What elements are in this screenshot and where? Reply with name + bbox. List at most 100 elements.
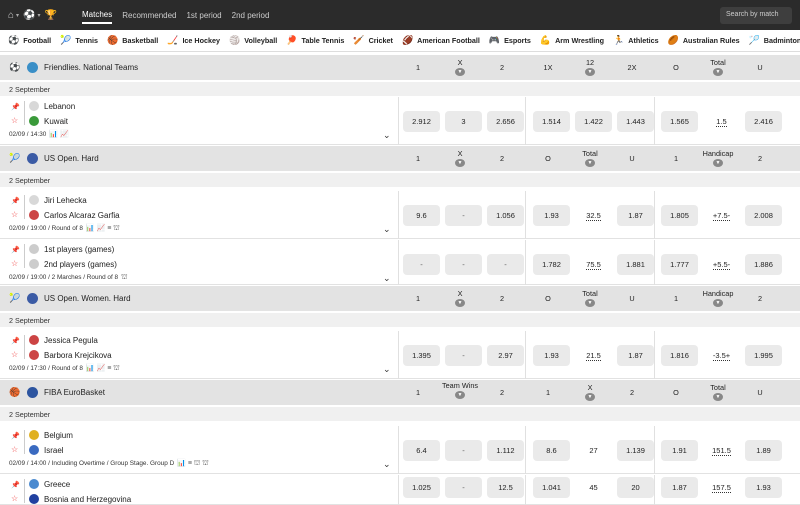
odds-button[interactable]: 2.912 (403, 111, 440, 132)
stats-icons[interactable]: 📊 ≡ ⛫ ⛫ (177, 460, 209, 467)
tab-2nd-period[interactable]: 2nd period (232, 8, 270, 23)
odds-button[interactable]: - (403, 254, 440, 275)
pin-icon[interactable]: 📌 (11, 481, 20, 489)
favorite-star-icon[interactable]: ☆ (11, 350, 18, 359)
favorite-star-icon[interactable]: ☆ (11, 494, 18, 503)
odds-button[interactable]: 1.443 (617, 111, 654, 132)
pin-icon[interactable]: 📌 (11, 246, 20, 254)
sport-football[interactable]: ⚽ Football (8, 35, 51, 46)
market-column-header[interactable]: Handicap ▼ (696, 290, 740, 307)
odds-button[interactable]: - (445, 205, 482, 226)
chevron-down-icon[interactable]: ▼ (585, 159, 595, 167)
event-row[interactable]: 📌 ☆ Jessica Pegula Barbora Krejcikova 02/09 … (0, 331, 800, 379)
odds-button[interactable]: 6.4 (403, 440, 440, 461)
market-column-header[interactable]: Handicap ▼ (696, 150, 740, 167)
odds-button[interactable]: 2.416 (745, 111, 782, 132)
team-name[interactable]: Carlos Alcaraz Garfia (29, 210, 120, 220)
odds-button[interactable]: 1.93 (533, 345, 570, 366)
team-name[interactable]: Lebanon (29, 101, 75, 111)
odds-button[interactable]: 2.97 (487, 345, 524, 366)
odds-value[interactable]: 21.5 (575, 345, 612, 366)
market-column-header[interactable]: X ▼ (568, 384, 612, 401)
odds-button[interactable]: 8.6 (533, 440, 570, 461)
event-row[interactable]: 📌 ☆ Jiri Lehecka Carlos Alcaraz Garfia 02/09… (0, 191, 800, 239)
favorite-star-icon[interactable]: ☆ (11, 445, 18, 454)
odds-value[interactable]: 157.5 (703, 477, 740, 498)
odds-value[interactable]: 75.5 (575, 254, 612, 275)
pin-icon[interactable]: 📌 (11, 103, 20, 111)
event-row[interactable]: 📌 ☆ Lebanon Kuwait 02/09 / 14:30 📊 📈 ⌄ 2.912 3 2.… (0, 97, 800, 145)
favorite-star-icon[interactable]: ☆ (11, 116, 18, 125)
chevron-down-icon[interactable]: ▼ (585, 299, 595, 307)
search-input[interactable]: Search by match (720, 7, 792, 24)
event-row[interactable]: 📌 ☆ 1st players (games) 2nd players (games)… (0, 240, 800, 285)
odds-button[interactable]: 1.777 (661, 254, 698, 275)
chevron-down-icon[interactable]: ▼ (713, 68, 723, 76)
odds-button[interactable]: 1.995 (745, 345, 782, 366)
odds-button[interactable]: - (487, 254, 524, 275)
team-name[interactable]: Bosnia and Herzegovina (29, 494, 131, 504)
sport-cricket[interactable]: 🏏 Cricket (353, 35, 393, 46)
odds-button[interactable]: 1.816 (661, 345, 698, 366)
market-column-header[interactable]: Total ▼ (696, 384, 740, 401)
odds-button[interactable]: - (445, 345, 482, 366)
sport-table-tennis[interactable]: 🏓 Table Tennis (286, 35, 344, 46)
chevron-down-icon[interactable]: ▾ (16, 12, 19, 19)
favorite-star-icon[interactable]: ☆ (11, 210, 18, 219)
trophy-icon[interactable]: 🏆 (45, 10, 57, 21)
market-column-header[interactable]: Total ▼ (568, 150, 612, 167)
market-column-header[interactable]: 12 ▼ (568, 59, 612, 76)
market-column-header[interactable]: Total ▼ (696, 59, 740, 76)
chevron-down-icon[interactable]: ▼ (455, 159, 465, 167)
stats-icons[interactable]: 📊 📈 ≡ ⛫ (86, 365, 120, 372)
odds-button[interactable]: 1.041 (533, 477, 570, 498)
chevron-down-icon[interactable]: ▼ (455, 391, 465, 399)
odds-button[interactable]: 1.782 (533, 254, 570, 275)
odds-button[interactable]: 1.91 (661, 440, 698, 461)
market-column-header[interactable]: X ▼ (438, 150, 482, 167)
chevron-down-icon[interactable]: ▼ (585, 393, 595, 401)
odds-button[interactable]: 2.656 (487, 111, 524, 132)
tab-1st-period[interactable]: 1st period (186, 8, 221, 23)
chevron-down-icon[interactable]: ▼ (713, 159, 723, 167)
odds-button[interactable]: 1.93 (745, 477, 782, 498)
pin-icon[interactable]: 📌 (11, 337, 20, 345)
odds-button[interactable]: 1.87 (661, 477, 698, 498)
ball-icon[interactable]: ⚽ (23, 10, 35, 21)
league-header[interactable]: 🏀 FIBA EuroBasket 1 Team Wins ▼ 2 1 X ▼ 2 O Total ▼ U (0, 380, 800, 405)
odds-button[interactable]: 12.5 (487, 477, 524, 498)
stats-icons[interactable]: ⛫ (121, 274, 127, 281)
event-row[interactable]: 📌 ☆ Greece Bosnia and Herzegovina 1.025-12.5… (0, 475, 800, 505)
sport-volleyball[interactable]: 🏐 Volleyball (229, 35, 277, 46)
sport-arm-wrestling[interactable]: 💪 Arm Wrestling (540, 35, 604, 46)
sport-esports[interactable]: 🎮 Esports (489, 35, 531, 46)
chevron-down-icon[interactable]: ▼ (455, 299, 465, 307)
pin-icon[interactable]: 📌 (11, 432, 20, 440)
team-name[interactable]: 2nd players (games) (29, 259, 117, 269)
stats-icons[interactable]: 📊 📈 (49, 131, 68, 138)
odds-value[interactable]: 1.5 (703, 111, 740, 132)
team-name[interactable]: Greece (29, 479, 70, 489)
sport-tennis[interactable]: 🎾 Tennis (60, 35, 98, 46)
league-header[interactable]: ⚽ Friendlies. National Teams 1 X ▼ 2 1X 12 ▼ 2X O T… (0, 55, 800, 80)
pin-icon[interactable]: 📌 (11, 197, 20, 205)
odds-button[interactable]: 1.514 (533, 111, 570, 132)
odds-button[interactable]: 1.87 (617, 205, 654, 226)
league-header[interactable]: 🎾 US Open. Hard 1 X ▼ 2 O Total ▼ U 1 Handicap ▼ 2 (0, 146, 800, 171)
odds-button[interactable]: 1.395 (403, 345, 440, 366)
event-row[interactable]: 📌 ☆ Belgium Israel 02/09 / 14:00 / Including… (0, 426, 800, 474)
odds-value[interactable]: +7.5- (703, 205, 740, 226)
chevron-down-icon[interactable]: ▾ (38, 12, 41, 19)
odds-button[interactable]: 1.87 (617, 345, 654, 366)
expand-caret-icon[interactable]: ⌄ (383, 224, 391, 235)
sport-basketball[interactable]: 🏀 Basketball (107, 35, 158, 46)
odds-button[interactable]: 20 (617, 477, 654, 498)
expand-caret-icon[interactable]: ⌄ (383, 130, 391, 141)
expand-caret-icon[interactable]: ⌄ (383, 273, 391, 284)
odds-button[interactable]: - (445, 440, 482, 461)
odds-value[interactable]: +5.5- (703, 254, 740, 275)
odds-button[interactable]: 1.805 (661, 205, 698, 226)
sport-australian-rules[interactable]: 🏉 Australian Rules (668, 35, 740, 46)
odds-button[interactable]: 1.93 (533, 205, 570, 226)
market-column-header[interactable]: Team Wins ▼ (438, 382, 482, 399)
